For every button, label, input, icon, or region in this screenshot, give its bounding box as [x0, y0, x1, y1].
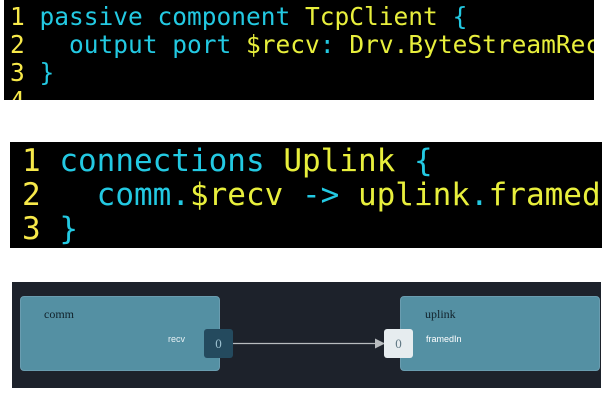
line-number: 4 — [10, 86, 25, 101]
code-line-1: 1 passive component TcpClient { — [10, 4, 467, 30]
input-port-framedin[interactable]: 0 — [384, 329, 413, 358]
component-name-text: TcpClient — [305, 2, 438, 31]
brace-text: } — [40, 211, 78, 247]
output-port-recv[interactable]: 0 — [204, 329, 233, 358]
code-line-2: 2 output port $recv: Drv.ByteStreamRecv — [10, 32, 594, 58]
target-port-text: framedIn — [488, 177, 602, 213]
line-number: 2 — [22, 177, 41, 213]
brace-text: { — [437, 2, 468, 31]
source-port-text: $recv — [189, 177, 284, 213]
port-name-text: $recv — [246, 30, 320, 59]
arrow-text: -> — [283, 177, 358, 213]
keyword-text: output port — [39, 30, 247, 59]
line-number: 3 — [22, 211, 41, 247]
brace-text: { — [395, 143, 433, 179]
keyword-text: passive component — [39, 2, 306, 31]
code-line-3: 3 } — [22, 212, 78, 246]
source-instance-text: comm. — [40, 177, 190, 213]
line-number: 1 — [10, 2, 25, 31]
code-line-3: 3 } — [10, 60, 54, 86]
port-type-text: Drv.ByteStreamRecv — [349, 30, 594, 59]
brace-text: } — [39, 58, 55, 87]
line-number: 3 — [10, 58, 25, 87]
colon-text: : — [319, 30, 350, 59]
keyword-text: connections — [40, 143, 284, 179]
line-number: 2 — [10, 30, 25, 59]
dot-text: . — [469, 177, 489, 213]
code-line-2: 2 comm.$recv -> uplink.framedIn — [22, 178, 602, 212]
connection-arrow — [233, 338, 385, 349]
code-panel-component-definition: 1 passive component TcpClient { 2 output… — [4, 0, 594, 100]
topology-diagram: comm recv uplink framedIn 0 0 — [12, 282, 601, 388]
code-line-4: 4 — [10, 86, 25, 101]
code-panel-connections: 1 connections Uplink { 2 comm.$recv -> u… — [10, 142, 602, 248]
line-number: 1 — [22, 143, 41, 179]
target-instance-text: uplink — [357, 177, 470, 213]
connection-group-name-text: Uplink — [283, 143, 396, 179]
code-line-1: 1 connections Uplink { — [22, 144, 433, 178]
